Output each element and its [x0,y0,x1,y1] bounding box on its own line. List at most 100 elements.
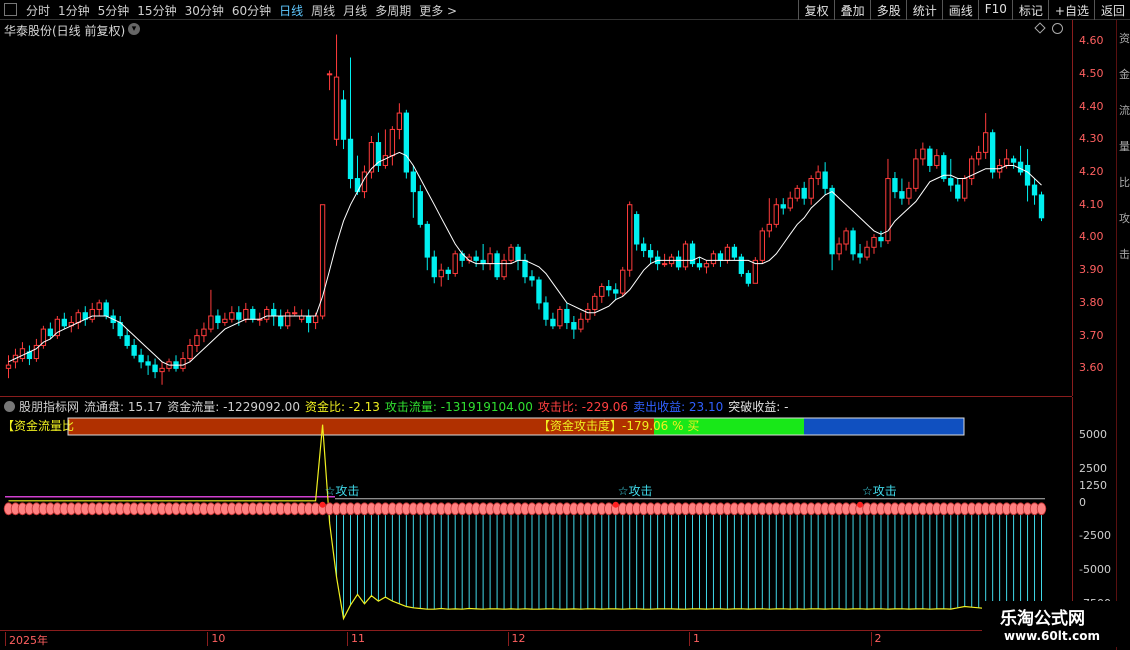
tab-period[interactable]: 月线 [343,2,367,19]
candle-body [131,344,137,356]
date-label: 11 [347,632,365,646]
price-tick-label: 4.40 [1079,99,1104,113]
toolbar-button[interactable]: 统计 [905,0,942,20]
candle-body [194,335,200,346]
indicator-header: 股朋指标网 流通盘: 15.17 资金流量: -1229092.00 资金比: -2.… [0,396,1072,414]
candle-body [592,295,598,310]
candle-body [955,184,961,199]
candle-body [424,223,430,258]
candle-body [634,214,640,245]
candle-body [571,322,577,330]
candle-body [1003,158,1010,166]
candle-body [159,367,165,373]
watermark-url: www.60lt.com [1004,629,1101,643]
candle-body [780,204,786,209]
candle-body [850,230,856,255]
attack-marker-label: ☆攻击 [325,484,360,498]
candle-body [389,128,396,157]
indicator-chart[interactable]: 【资金流量比 【资金攻击度】-179.06 % 买 ☆攻击 ☆攻击 ☆攻击 [0,414,1072,630]
attack-ratio: 攻击比: -229.06 [537,400,629,414]
fund-flow: 资金流量: -1229092.00 [167,400,300,414]
candle-body [396,112,403,130]
candle-body [794,187,800,199]
candle-body [913,158,919,189]
candle-body [536,279,542,304]
candle-body [250,308,256,320]
candle-body [585,308,591,320]
tab-period[interactable]: 更多 > [419,2,457,19]
candle-body [724,246,731,261]
side-strip-char: 流 [1119,104,1130,117]
candle-body [787,197,793,209]
candle-body [19,348,26,360]
candle-body [703,263,710,268]
toolbar-button[interactable]: 复权 [797,0,834,20]
candle-body [103,302,109,317]
side-strip-char: 攻 [1119,212,1130,225]
price-chart[interactable] [0,20,1072,396]
attack-marker-dot [857,501,864,508]
candle-body [340,99,347,140]
price-tick-label: 4.30 [1079,132,1104,146]
toolbar-button[interactable]: 画线 [941,0,978,20]
indicator-tick-label: 1250 [1079,478,1107,492]
price-tick-label: 4.10 [1079,197,1104,211]
toolbar-button[interactable]: 多股 [869,0,906,20]
side-label-strip: 资金流量比攻击 [1116,20,1130,650]
candle-body [529,276,535,281]
candle-body [515,246,521,261]
candle-body [1024,164,1031,186]
tab-period[interactable]: 日线 [279,2,303,19]
attack-marker-label: ☆攻击 [862,484,897,498]
date-axis: 2025年101112123 [0,630,1072,650]
candle-body [473,256,479,261]
indicator-axis: 5000250012500-2500-5000-7500 [1072,397,1116,630]
candle-body [403,112,410,173]
date-label: 1 [689,632,700,646]
toolbar-button[interactable]: 返回 [1093,0,1130,20]
candle-body [899,191,905,199]
toolbar-button[interactable]: 叠加 [833,0,870,20]
candle-body [305,315,312,324]
tab-period[interactable]: 60分钟 [232,2,271,19]
date-label: 12 [507,632,526,646]
candle-body [410,171,416,193]
candle-body [550,318,556,327]
tab-period[interactable]: 5分钟 [98,2,130,19]
candle-body [292,312,298,315]
indicator-menu-icon[interactable] [4,401,15,412]
candle-body [620,269,626,294]
candle-body [445,269,451,274]
tab-period[interactable]: 多周期 [375,2,411,19]
toolbar-button[interactable]: 标记 [1011,0,1048,20]
candle-body [138,354,144,363]
candle-body [829,187,835,255]
toolbar-button[interactable]: F10 [977,0,1012,20]
candle-body [229,312,235,320]
tab-period[interactable]: 周线 [311,2,335,19]
tab-period[interactable]: 分时 [26,2,50,19]
candle-body [1038,194,1045,219]
candle-body [124,335,130,346]
candle-body [208,315,214,330]
tab-period[interactable]: 15分钟 [137,2,176,19]
candle-body [759,230,765,261]
candle-body [215,315,221,324]
candle-body [201,328,207,337]
candle-body [738,256,745,274]
candle-body [934,155,940,166]
price-tick-label: 4.00 [1079,230,1104,244]
candle-body [61,318,67,327]
side-strip-char: 金 [1119,68,1130,81]
candle-body [613,289,619,294]
candle-body [731,246,738,258]
toolbar-button[interactable]: +自选 [1047,0,1094,20]
window-square-icon[interactable] [4,3,17,16]
price-tick-label: 3.90 [1079,263,1104,277]
attack-marker-dot [319,501,326,508]
date-label: 2025年 [5,632,48,647]
indicator-tick-label: 2500 [1079,462,1107,476]
tab-period[interactable]: 30分钟 [185,2,224,19]
candle-body [808,178,814,199]
tab-period[interactable]: 1分钟 [58,2,90,19]
